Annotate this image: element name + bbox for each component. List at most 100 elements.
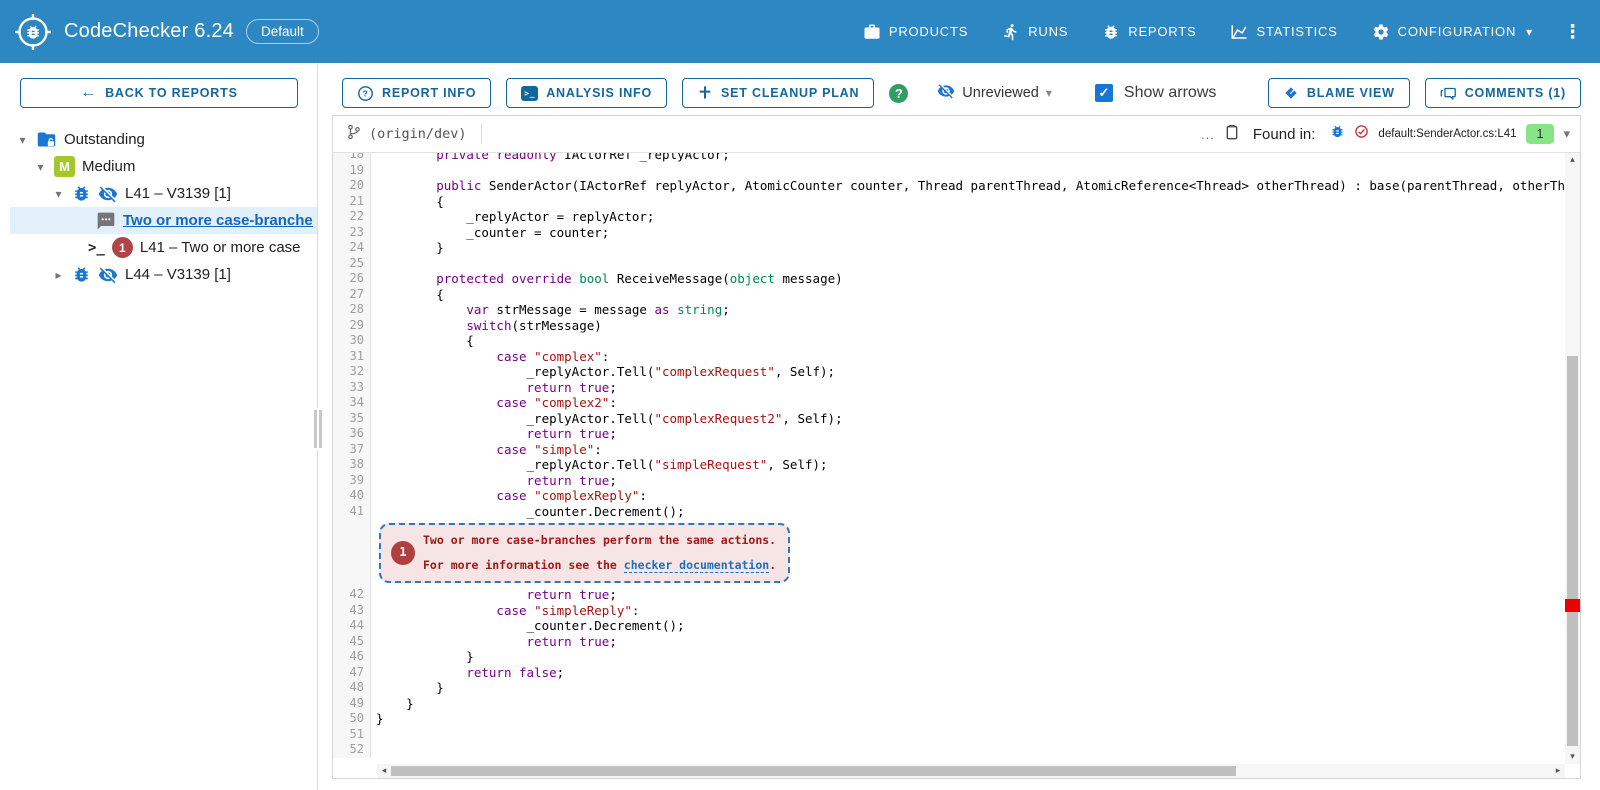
report-toolbar: ? REPORT INFO >_ ANALYSIS INFO SET CLEAN… (342, 78, 1581, 108)
nav-statistics[interactable]: STATISTICS (1230, 23, 1337, 41)
kebab-menu-icon[interactable]: ⋮ (1563, 21, 1582, 43)
line-number: 23 (333, 225, 371, 241)
horizontal-scrollbar-thumb[interactable] (391, 766, 1236, 776)
comments-icon (1440, 85, 1457, 102)
chevron-down-icon[interactable]: ▾ (1563, 127, 1570, 142)
chevron-down-icon[interactable]: ▾ (16, 133, 29, 147)
eye-off-icon (98, 265, 118, 285)
chevron-down-icon[interactable]: ▾ (34, 160, 47, 174)
code-line: 44 _counter.Decrement(); (333, 618, 1580, 634)
scroll-down-arrow-icon[interactable]: ▾ (1565, 750, 1580, 764)
code-line: 26 protected override bool ReceiveMessag… (333, 271, 1580, 287)
scroll-left-arrow-icon[interactable]: ◂ (377, 764, 391, 778)
scroll-up-arrow-icon[interactable]: ▴ (1565, 153, 1580, 167)
chevron-down-icon[interactable]: ▾ (52, 187, 65, 201)
report-message-text: Two or more case-branches perform the sa… (423, 533, 776, 549)
report-info-button[interactable]: ? REPORT INFO (342, 78, 491, 108)
blame-diamond-icon (1283, 85, 1299, 101)
comments-button[interactable]: COMMENTS (1) (1425, 78, 1581, 108)
code-line: 37 case "simple": (333, 442, 1580, 458)
analysis-info-button[interactable]: >_ ANALYSIS INFO (506, 78, 667, 108)
code-line: 52 (333, 742, 1580, 758)
report-annotation: 1 Two or more case-branches perform the … (333, 519, 1580, 587)
line-number: 28 (333, 302, 371, 318)
show-arrows-checkbox[interactable]: ✓ (1095, 84, 1113, 102)
tree-item-outstanding[interactable]: ▾ Outstanding (0, 126, 317, 153)
tree-item-report-message[interactable]: Two or more case-branche (10, 207, 317, 234)
report-position-marker[interactable] (1565, 599, 1580, 612)
back-arrow-icon: ← (80, 84, 97, 102)
report-message-bubble: 1 Two or more case-branches perform the … (379, 523, 790, 583)
horizontal-scrollbar[interactable]: ◂ ▸ (377, 764, 1565, 778)
code-line: 32 _replyActor.Tell("complexRequest", Se… (333, 364, 1580, 380)
app-title: CodeChecker 6.24 (64, 20, 234, 43)
nav-runs[interactable]: RUNS (1002, 23, 1068, 41)
show-arrows-toggle[interactable]: ✓ Show arrows (1095, 84, 1216, 102)
bug-icon (72, 184, 91, 203)
line-number: 47 (333, 665, 371, 681)
code-line: 38 _replyActor.Tell("simpleRequest", Sel… (333, 457, 1580, 473)
code-line: 35 _replyActor.Tell("complexRequest2", S… (333, 411, 1580, 427)
line-number: 50 (333, 711, 371, 727)
line-number: 46 (333, 649, 371, 665)
step-count-badge: 1 (112, 237, 133, 258)
vertical-scrollbar[interactable]: ▴ ▾ (1565, 153, 1580, 764)
sidebar-resize-handle[interactable] (312, 408, 324, 450)
nav-products[interactable]: PRODUCTS (863, 23, 968, 41)
nav-reports[interactable]: REPORTS (1102, 23, 1196, 41)
line-number: 18 (333, 153, 371, 163)
report-count-badge[interactable]: 1 (1526, 124, 1555, 144)
code-line: 20 public SenderActor(IActorRef replyAct… (333, 178, 1580, 194)
review-status-dropdown[interactable]: Unreviewed ▾ (937, 82, 1052, 105)
line-number: 34 (333, 395, 371, 411)
vertical-scrollbar-thumb[interactable] (1567, 356, 1578, 746)
code-line: 33 return true; (333, 380, 1580, 396)
chart-line-icon (1230, 23, 1248, 41)
line-number: 29 (333, 318, 371, 334)
code-editor[interactable]: 18 private readonly IActorRef _replyActo… (333, 153, 1580, 764)
set-cleanup-plan-button[interactable]: SET CLEANUP PLAN (682, 78, 874, 108)
checker-documentation-link[interactable]: checker documentation (624, 558, 769, 573)
line-number: 44 (333, 618, 371, 634)
briefcase-icon (863, 23, 881, 41)
folder-lock-icon (36, 129, 57, 150)
tree-item-report-step[interactable]: >_ 1 L41 – Two or more case (0, 234, 317, 261)
nav-configuration[interactable]: CONFIGURATION ▾ (1372, 23, 1533, 41)
line-number: 27 (333, 287, 371, 303)
line-number: 36 (333, 426, 371, 442)
chevron-right-icon[interactable]: ▸ (52, 268, 65, 282)
help-icon[interactable]: ? (889, 84, 908, 103)
line-number: 25 (333, 256, 371, 272)
clipboard-icon[interactable] (1224, 123, 1240, 146)
line-number: 32 (333, 364, 371, 380)
product-badge[interactable]: Default (246, 19, 319, 44)
eye-off-icon (937, 82, 955, 105)
code-line: 48 } (333, 680, 1580, 696)
bug-icon (1102, 23, 1120, 41)
line-number: 20 (333, 178, 371, 194)
chevron-down-icon: ▾ (1526, 25, 1533, 39)
gutter-spacer (333, 519, 371, 587)
code-line: 45 return true; (333, 634, 1580, 650)
tree-item-l44-v3139[interactable]: ▸ L44 – V3139 [1] (0, 261, 317, 288)
code-line: 50} (333, 711, 1580, 727)
line-number: 40 (333, 488, 371, 504)
code-line: 22 _replyActor = replyActor; (333, 209, 1580, 225)
code-line: 42 return true; (333, 587, 1580, 603)
git-branch-icon (347, 124, 361, 144)
bug-icon (72, 265, 91, 284)
tree-item-severity-medium[interactable]: ▾ M Medium (0, 153, 317, 180)
scroll-right-arrow-icon[interactable]: ▸ (1551, 764, 1565, 778)
code-line: 41 _counter.Decrement(); (333, 504, 1580, 520)
eye-off-icon (98, 184, 118, 204)
question-circle-icon: ? (357, 85, 374, 102)
tree-item-l41-v3139[interactable]: ▾ L41 – V3139 [1] (0, 180, 317, 207)
terminal-icon: >_ (521, 86, 538, 101)
code-line: 40 case "complexReply": (333, 488, 1580, 504)
blame-view-button[interactable]: BLAME VIEW (1268, 78, 1410, 108)
code-line: 19 (333, 163, 1580, 179)
code-line: 27 { (333, 287, 1580, 303)
line-number: 21 (333, 194, 371, 210)
code-line: 31 case "complex": (333, 349, 1580, 365)
back-to-reports-button[interactable]: ← BACK TO REPORTS (20, 78, 298, 108)
